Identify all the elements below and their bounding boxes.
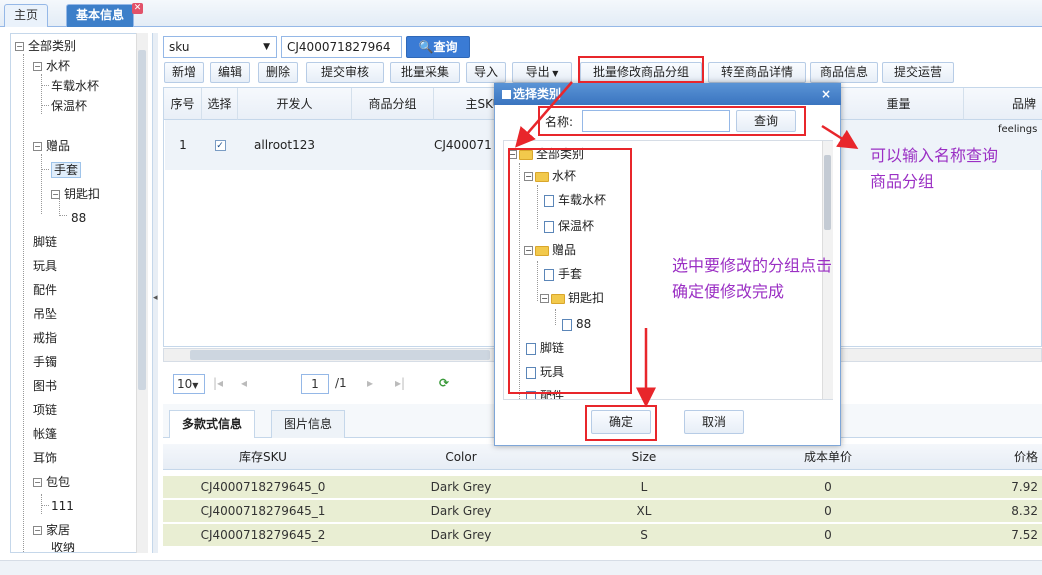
- annotation-search-note: 可以输入名称查询: [870, 146, 999, 165]
- annotation-search-note-2: 商品分组: [870, 172, 935, 191]
- annotation-select-note-2: 确定便修改完成: [672, 282, 785, 301]
- arrow-to-tree: [515, 81, 573, 148]
- annotation-arrows: [515, 81, 859, 408]
- arrow-to-search-note: [821, 124, 859, 150]
- annotation-select-note: 选中要修改的分组点击: [672, 256, 833, 275]
